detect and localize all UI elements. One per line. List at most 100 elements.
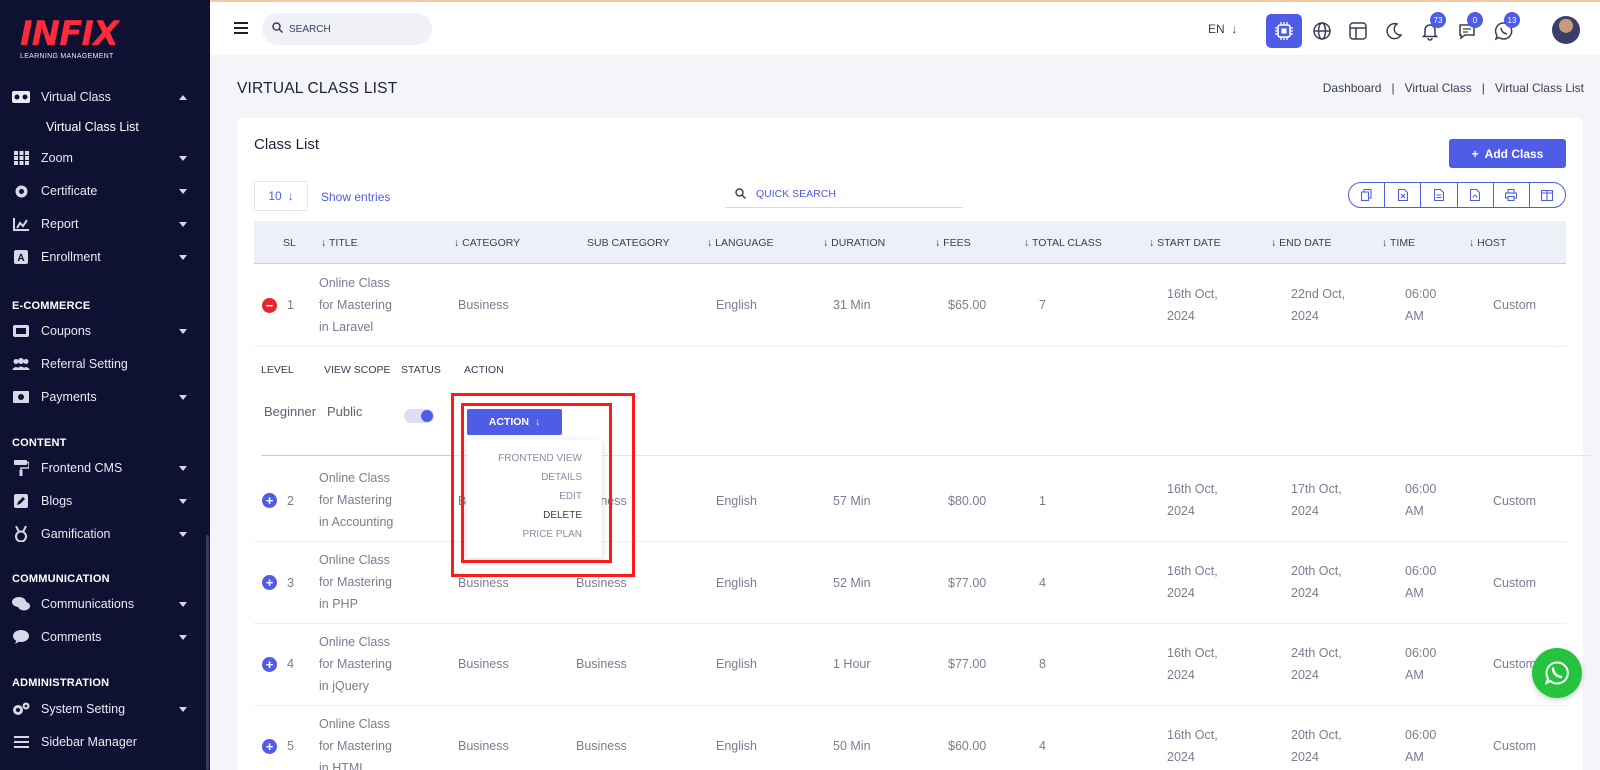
quick-search-input[interactable]: QUICK SEARCH bbox=[725, 180, 963, 208]
expand-row-icon[interactable]: + bbox=[262, 739, 277, 754]
time-line: AM bbox=[1405, 586, 1424, 600]
collapse-row-icon[interactable]: − bbox=[262, 298, 277, 313]
row-divider bbox=[254, 346, 1566, 347]
cell-host: Custom bbox=[1493, 739, 1537, 753]
layout-button[interactable] bbox=[1340, 14, 1376, 48]
sort-arrow-icon: ↓ bbox=[321, 237, 329, 249]
sidebar-item-zoom[interactable]: Zoom bbox=[0, 143, 205, 173]
breadcrumb-virtual-class-list[interactable]: Virtual Class List bbox=[1495, 81, 1584, 95]
pdf-button[interactable] bbox=[1458, 183, 1494, 207]
date-line: 16th Oct, bbox=[1167, 646, 1218, 660]
sidebar-item-sidebar-manager[interactable]: Sidebar Manager bbox=[0, 727, 205, 757]
cell-title: Online Class for Mastering in HTML bbox=[319, 713, 392, 770]
title-line: for Mastering bbox=[319, 298, 392, 312]
th-label: START DATE bbox=[1157, 237, 1221, 249]
expand-row-icon[interactable]: + bbox=[262, 657, 277, 672]
grid-icon bbox=[12, 150, 30, 166]
cell-category: Business bbox=[458, 298, 509, 312]
cell-end-date: 20th Oct, 2024 bbox=[1291, 724, 1342, 768]
th-title[interactable]: ↓ TITLE bbox=[321, 237, 358, 249]
sidebar-item-blogs[interactable]: Blogs bbox=[0, 486, 205, 516]
sidebar-item-payments[interactable]: Payments bbox=[0, 382, 205, 412]
copy-button[interactable] bbox=[1349, 183, 1386, 207]
menu-toggle-icon[interactable] bbox=[234, 22, 248, 37]
sidebar-item-comments[interactable]: Comments bbox=[0, 622, 205, 652]
expand-row-icon[interactable]: + bbox=[262, 575, 277, 590]
cell-language: English bbox=[716, 494, 757, 508]
notifications-button[interactable]: 73 bbox=[1412, 12, 1448, 48]
paint-roller-icon bbox=[12, 460, 30, 476]
sidebar-item-virtual-class[interactable]: Virtual Class bbox=[0, 82, 205, 112]
th-fees[interactable]: ↓ FEES bbox=[935, 237, 971, 249]
status-toggle[interactable] bbox=[404, 409, 434, 423]
edit-icon bbox=[12, 493, 30, 509]
print-button[interactable] bbox=[1494, 183, 1530, 207]
sidebar-item-referral-setting[interactable]: Referral Setting bbox=[0, 349, 205, 379]
sidebar-scrollbar[interactable] bbox=[205, 0, 210, 770]
scrollbar-thumb[interactable] bbox=[206, 535, 209, 770]
sidebar-item-communications[interactable]: Communications bbox=[0, 589, 205, 619]
sort-arrow-icon: ↓ bbox=[935, 237, 944, 249]
time-line: 06:00 bbox=[1405, 482, 1437, 496]
th-sl[interactable]: SL bbox=[283, 237, 296, 249]
messages-button[interactable]: 0 bbox=[1449, 12, 1485, 48]
cell-sl: 4 bbox=[287, 657, 294, 671]
whatsapp-float-button[interactable] bbox=[1532, 648, 1582, 698]
excel-button[interactable] bbox=[1385, 183, 1422, 207]
th-label: TITLE bbox=[328, 237, 358, 249]
breadcrumb-dashboard[interactable]: Dashboard bbox=[1323, 81, 1382, 95]
dark-mode-button[interactable] bbox=[1376, 14, 1412, 48]
sidebar-subitem-virtual-class-list[interactable]: Virtual Class List bbox=[46, 120, 139, 134]
title-line: for Mastering bbox=[319, 657, 392, 671]
sidebar-item-frontend-cms[interactable]: Frontend CMS bbox=[0, 453, 205, 483]
app-logo[interactable]: INFIX LEARNING MANAGEMENT bbox=[20, 16, 119, 60]
sidebar-item-enrollment[interactable]: A Enrollment bbox=[0, 242, 205, 272]
language-selector[interactable]: EN ↓ bbox=[1208, 22, 1237, 36]
th-language[interactable]: ↓ LANGUAGE bbox=[707, 237, 774, 249]
th-category[interactable]: ↓ CATEGORY bbox=[454, 237, 520, 249]
th-time[interactable]: ↓ TIME bbox=[1382, 237, 1415, 249]
th-total-class[interactable]: ↓ TOTAL CLASS bbox=[1024, 237, 1102, 249]
cell-fees: $65.00 bbox=[948, 298, 987, 312]
whatsapp-button[interactable]: 13 bbox=[1486, 12, 1522, 48]
breadcrumb-virtual-class[interactable]: Virtual Class bbox=[1405, 81, 1472, 95]
th-start-date[interactable]: ↓ START DATE bbox=[1149, 237, 1221, 249]
th-label: TIME bbox=[1389, 237, 1416, 249]
sidebar-item-gamification[interactable]: Gamification bbox=[0, 519, 205, 549]
breadcrumb: Dashboard | Virtual Class | Virtual Clas… bbox=[1323, 81, 1584, 95]
time-line: 06:00 bbox=[1405, 646, 1437, 660]
avatar[interactable] bbox=[1552, 16, 1580, 44]
add-class-button[interactable]: + Add Class bbox=[1449, 139, 1566, 168]
cell-sub-category: Business bbox=[576, 657, 627, 671]
date-line: 2024 bbox=[1291, 750, 1319, 764]
sidebar-item-certificate[interactable]: Certificate bbox=[0, 176, 205, 206]
sort-arrow-icon: ↓ bbox=[823, 237, 832, 249]
search-input[interactable]: SEARCH bbox=[262, 13, 432, 45]
whatsapp-badge: 13 bbox=[1504, 12, 1520, 28]
chevron-down-icon bbox=[179, 155, 187, 161]
date-line: 2024 bbox=[1291, 504, 1319, 518]
title-line: in jQuery bbox=[319, 679, 370, 693]
cell-language: English bbox=[716, 739, 757, 753]
breadcrumb-separator: | bbox=[1391, 81, 1395, 95]
th-label: CATEGORY bbox=[462, 237, 521, 249]
expand-row-icon[interactable]: + bbox=[262, 493, 277, 508]
sidebar-item-label: Enrollment bbox=[41, 250, 101, 264]
th-host[interactable]: ↓ HOST bbox=[1469, 237, 1506, 249]
cell-start-date: 16th Oct, 2024 bbox=[1167, 560, 1218, 604]
sidebar-item-system-setting[interactable]: System Setting bbox=[0, 694, 205, 724]
detail-view-scope: Public bbox=[327, 404, 363, 419]
th-duration[interactable]: ↓ DURATION bbox=[823, 237, 885, 249]
th-end-date[interactable]: ↓ END DATE bbox=[1271, 237, 1331, 249]
th-sub-category[interactable]: SUB CATEGORY bbox=[587, 237, 669, 249]
cell-fees: $77.00 bbox=[948, 657, 987, 671]
cpu-button[interactable] bbox=[1266, 14, 1302, 48]
sidebar-item-report[interactable]: Report bbox=[0, 209, 205, 239]
sidebar-item-coupons[interactable]: Coupons bbox=[0, 316, 205, 346]
columns-button[interactable] bbox=[1530, 183, 1565, 207]
csv-button[interactable] bbox=[1421, 183, 1458, 207]
cell-title: Online Class for Mastering in jQuery bbox=[319, 631, 392, 697]
globe-button[interactable] bbox=[1304, 14, 1340, 48]
entries-select[interactable]: 10 ↓ bbox=[254, 181, 308, 211]
th-label: DURATION bbox=[831, 237, 886, 249]
